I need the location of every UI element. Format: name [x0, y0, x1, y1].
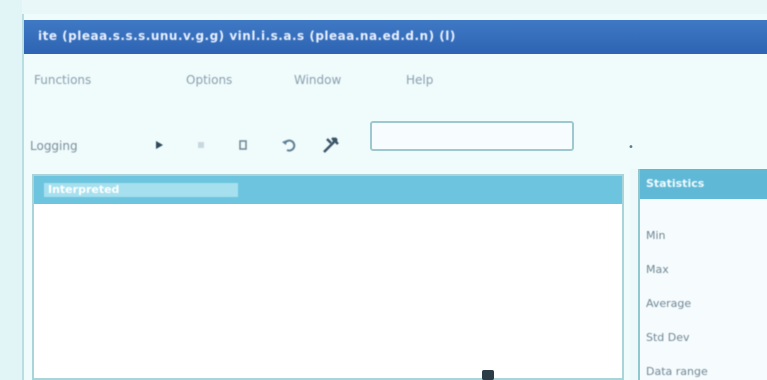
- screen-bezel-top: [0, 0, 767, 14]
- stat-max: Max: [646, 263, 669, 276]
- stat-average: Average: [646, 297, 692, 310]
- screen-bezel-left: [0, 0, 22, 380]
- app-window: ite (pleaa.s.s.s.unu.v.g.g) vinl.i.s.a.s…: [22, 14, 767, 380]
- list-header: Interpreted: [34, 176, 622, 204]
- undo-icon[interactable]: [278, 134, 300, 156]
- splitter-grip-icon: •: [628, 142, 634, 153]
- data-list-pane[interactable]: Interpreted: [32, 174, 624, 380]
- stat-data-range: Data range: [646, 365, 708, 378]
- stop-icon[interactable]: [190, 134, 212, 156]
- tools-icon[interactable]: [320, 134, 342, 156]
- logging-label: Logging: [30, 139, 78, 153]
- statistics-pane: Statistics Min Max Average Std Dev Data …: [638, 169, 767, 380]
- statistics-header: Statistics: [640, 169, 767, 199]
- menu-options[interactable]: Options: [186, 73, 232, 87]
- stat-min: Min: [646, 229, 666, 242]
- menu-functions[interactable]: Functions: [34, 73, 91, 87]
- statistics-header-label: Statistics: [646, 177, 705, 190]
- window-title: ite (pleaa.s.s.s.unu.v.g.g) vinl.i.s.a.s…: [38, 29, 456, 43]
- cursor-mark-icon: [482, 370, 494, 380]
- menu-help[interactable]: Help: [406, 73, 433, 87]
- list-header-label[interactable]: Interpreted: [44, 183, 238, 197]
- title-bar[interactable]: ite (pleaa.s.s.s.unu.v.g.g) vinl.i.s.a.s…: [24, 20, 767, 54]
- menu-bar: Functions Options Window Help: [24, 62, 767, 96]
- search-input[interactable]: [370, 121, 574, 151]
- stat-std-dev: Std Dev: [646, 331, 690, 344]
- clear-icon[interactable]: [232, 134, 254, 156]
- pane-splitter[interactable]: [630, 169, 638, 380]
- play-icon[interactable]: [148, 134, 170, 156]
- menu-window[interactable]: Window: [294, 73, 341, 87]
